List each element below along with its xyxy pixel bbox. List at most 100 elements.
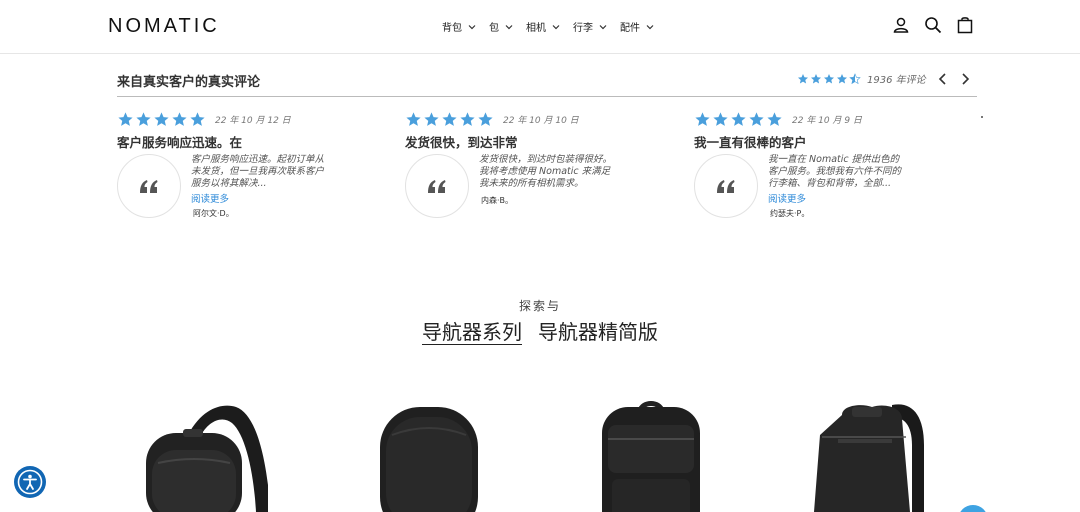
- review-count: 1936 年评论: [867, 75, 926, 86]
- accessibility-icon: [17, 469, 43, 495]
- review-body-line: 我将考虑使用 Nomatic 来满足: [479, 166, 611, 177]
- rating-stars: 22 年 10 月 12 日: [117, 111, 367, 128]
- star-icon: [424, 112, 439, 126]
- read-more-link[interactable]: 阅读更多: [191, 191, 229, 205]
- star-icon: [695, 112, 710, 126]
- review-body: 客户服务响应迅速。起初订单从 未发货，但一旦我再次联系客户 服务以将其解决...: [191, 154, 341, 190]
- chevron-down-icon: [505, 24, 513, 29]
- star-icon: [798, 73, 808, 83]
- nav-item-bags[interactable]: 包: [489, 19, 514, 34]
- cart-icon[interactable]: [956, 16, 974, 34]
- sling-bag-image: [146, 405, 268, 512]
- navigator-backpack-image: [814, 404, 924, 512]
- chevron-down-icon: [552, 24, 560, 29]
- review-body-line: 客户服务。我想我有六件不同的: [768, 166, 902, 177]
- nav-label: 相机: [526, 23, 546, 34]
- header-actions: [892, 16, 974, 34]
- review-date: 22 年 10 月 10 日: [503, 116, 579, 126]
- review-body-line: 发货很快，到达时包装得很好。: [479, 154, 613, 165]
- star-icon: [837, 73, 847, 83]
- tab-navigator-collection[interactable]: 导航器系列: [422, 316, 522, 345]
- star-icon: [406, 112, 421, 126]
- chevron-left-icon[interactable]: [936, 72, 950, 86]
- review-date: 22 年 10 月 9 日: [792, 116, 862, 126]
- tab-navigator-lite[interactable]: 导航器精简版: [538, 316, 658, 345]
- star-icon: [731, 112, 746, 126]
- star-icon: [172, 112, 187, 126]
- collection-tabs: 导航器系列 导航器精简版: [0, 316, 1080, 345]
- review-card: 22 年 10 月 9 日 我一直有很棒的客户 我一直在 Nomatic 提供出…: [694, 111, 944, 231]
- review-body-line: 未发货，但一旦我再次联系客户: [191, 166, 325, 177]
- product-card-travel-pack[interactable]: [572, 395, 742, 512]
- star-icon: [478, 112, 493, 126]
- main-nav: 背包 包 相机 行李 配件: [442, 19, 667, 34]
- review-body: 我一直在 Nomatic 提供出色的 客户服务。我想我有六件不同的 行李箱、背包…: [768, 154, 918, 190]
- review-author: 内森·B。: [481, 196, 514, 205]
- nav-label: 包: [489, 23, 499, 34]
- star-icon: [460, 112, 475, 126]
- review-date: 22 年 10 月 12 日: [215, 116, 291, 126]
- site-header: NOMATIC 背包 包 相机 行李 配件: [0, 0, 1080, 54]
- nav-item-accessories[interactable]: 配件: [620, 19, 655, 34]
- search-icon[interactable]: [924, 16, 942, 34]
- nav-item-camera[interactable]: 相机: [526, 19, 561, 34]
- chevron-right-icon[interactable]: [958, 72, 972, 86]
- average-rating-stars: [797, 72, 861, 85]
- rating-stars: 22 年 10 月 10 日: [405, 111, 655, 128]
- star-icon: [811, 73, 821, 83]
- product-card-round-backpack[interactable]: [352, 395, 522, 512]
- accessibility-button[interactable]: [14, 466, 46, 498]
- avatar: [405, 154, 469, 218]
- nav-item-backpacks[interactable]: 背包: [442, 19, 477, 34]
- chevron-down-icon: [599, 24, 607, 29]
- review-body-line: 我未来的所有相机需求。: [479, 178, 584, 189]
- star-icon: [713, 112, 728, 126]
- product-card-sling-bag[interactable]: [128, 395, 298, 512]
- next-card-peek: [981, 116, 983, 118]
- account-icon[interactable]: [892, 16, 910, 34]
- review-body-line: 行李箱、背包和背带，全部...: [768, 178, 892, 189]
- travel-pack-image: [602, 401, 700, 512]
- product-card-navigator-backpack[interactable]: [792, 395, 962, 512]
- avatar: [117, 154, 181, 218]
- quote-icon: [717, 180, 735, 193]
- nav-label: 配件: [620, 23, 640, 34]
- reviews-title: 来自真实客户的真实评论: [117, 75, 261, 90]
- review-body-line: 我一直在 Nomatic 提供出色的: [768, 154, 900, 165]
- review-card: 22 年 10 月 10 日 发货很快，到达非常 发货很快，到达时包装得很好。 …: [405, 111, 655, 231]
- explore-subtitle: 探索与: [518, 299, 561, 313]
- chevron-down-icon: [468, 24, 476, 29]
- rating-stars: 22 年 10 月 9 日: [694, 111, 944, 128]
- read-more-link[interactable]: 阅读更多: [768, 191, 806, 205]
- star-icon: [749, 112, 764, 126]
- star-icon: [767, 112, 782, 126]
- review-body: 发货很快，到达时包装得很好。 我将考虑使用 Nomatic 来满足 我未来的所有…: [479, 154, 629, 190]
- star-icon: [442, 112, 457, 126]
- nav-label: 背包: [442, 23, 462, 34]
- review-headline: 客户服务响应迅速。在: [117, 135, 243, 150]
- avatar: [694, 154, 758, 218]
- quote-icon: [140, 180, 158, 193]
- review-author: 约瑟夫·P。: [770, 209, 810, 218]
- star-icon: [136, 112, 151, 126]
- star-icon: [190, 112, 205, 126]
- review-author: 阿尔文·D。: [193, 209, 234, 218]
- review-body-line: 客户服务响应迅速。起初订单从: [191, 154, 325, 165]
- reviews-summary: 1936 年评论: [797, 71, 972, 86]
- logo[interactable]: NOMATIC: [108, 15, 220, 38]
- round-backpack-image: [380, 407, 478, 512]
- chat-widget-button[interactable]: [958, 505, 988, 512]
- half-star-icon: [849, 72, 861, 84]
- review-headline: 发货很快，到达非常: [405, 135, 518, 150]
- review-card: 22 年 10 月 12 日 客户服务响应迅速。在 客户服务响应迅速。起初订单从…: [117, 111, 367, 231]
- chevron-down-icon: [646, 24, 654, 29]
- reviews-divider: [117, 96, 977, 97]
- review-headline: 我一直有很棒的客户: [694, 135, 807, 150]
- review-body-line: 服务以将其解决...: [191, 178, 267, 189]
- quote-icon: [428, 180, 446, 193]
- star-icon: [154, 112, 169, 126]
- nav-item-luggage[interactable]: 行李: [573, 19, 608, 34]
- nav-label: 行李: [573, 23, 593, 34]
- star-icon: [118, 112, 133, 126]
- star-icon: [824, 73, 834, 83]
